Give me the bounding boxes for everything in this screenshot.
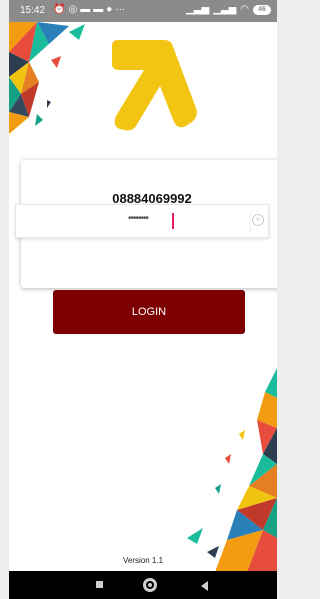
wifi-icon: ◠ [240, 4, 249, 15]
decorative-shapes-bottom-right [187, 368, 277, 572]
version-label: Version 1.1 [122, 556, 164, 565]
clear-icon[interactable]: × [252, 214, 264, 226]
recents-icon[interactable] [96, 581, 103, 588]
system-icons: ▁▃▅ ▁▃▅ ◠ 46 [186, 4, 271, 15]
signal-icon: ▁▃▅ [186, 4, 210, 15]
notification-icons: ⏰ ◎ ▬ ▬ ● ··· [53, 4, 125, 15]
status-bar: 15:42 ⏰ ◎ ▬ ▬ ● ··· ▁▃▅ ▁▃▅ ◠ 46 [9, 0, 277, 22]
text-cursor [172, 213, 174, 229]
screen: 15:42 ⏰ ◎ ▬ ▬ ● ··· ▁▃▅ ▁▃▅ ◠ 46 0888406… [0, 0, 277, 599]
app-logo [112, 40, 197, 131]
navigation-bar [9, 571, 277, 599]
login-card: 08884069992 •••••••• × [15, 160, 277, 288]
alarm-icon: ⏰ [53, 4, 66, 15]
divider [250, 210, 251, 232]
home-icon[interactable] [143, 578, 157, 592]
decorative-shapes-top-left [9, 22, 85, 134]
battery-icon: 46 [253, 4, 271, 15]
phone-screen: 15:42 ⏰ ◎ ▬ ▬ ● ··· ▁▃▅ ▁▃▅ ◠ 46 0888406… [9, 0, 277, 599]
more-icon: ··· [115, 4, 126, 15]
message-icon: ▬ [93, 4, 104, 15]
shield-icon: ◎ [68, 4, 78, 15]
password-input[interactable]: •••••••• × [15, 204, 269, 238]
message-icon: ▬ [80, 4, 91, 15]
facebook-icon: ● [106, 4, 113, 15]
password-value: •••••••• [128, 213, 149, 224]
login-button[interactable]: LOGIN [53, 290, 245, 334]
status-time: 15:42 [20, 5, 46, 16]
signal-icon: ▁▃▅ [213, 4, 237, 15]
back-icon[interactable] [201, 581, 208, 591]
